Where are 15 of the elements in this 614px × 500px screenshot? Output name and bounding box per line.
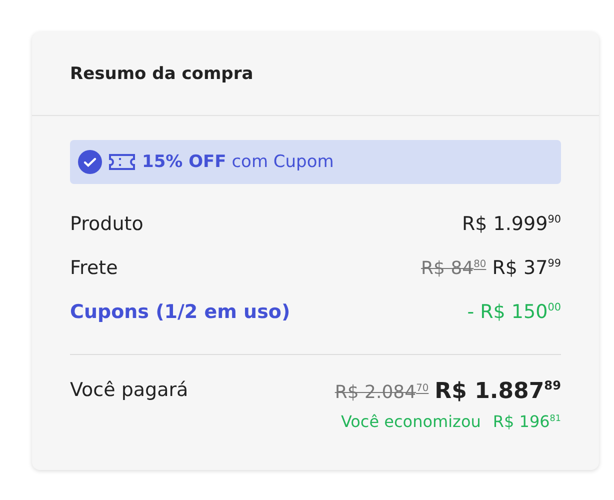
old-price: R$ 84$^{80}$ (421, 258, 486, 279)
total-price: R$ 1.887$^{89}$ (434, 379, 561, 404)
row-label: Produto (70, 213, 144, 235)
coupons-link[interactable]: Cupons (1/2 em uso) (70, 301, 290, 323)
price: R$ 1.999$^{90}$ (462, 213, 561, 235)
card-title: Resumo da compra (70, 64, 254, 84)
ticket-icon (108, 152, 136, 172)
price: - R$ 150$^{00}$ (467, 301, 561, 323)
price: R$ 37$^{99}$ (492, 257, 561, 279)
row-label: Frete (70, 257, 118, 279)
total-label: Você pagará (70, 379, 188, 401)
savings-label: Você economizou (340, 412, 481, 431)
coupon-text: 15% OFF com Cupom (142, 152, 334, 172)
savings-amount: R$ 196$^{81}$ (492, 412, 561, 431)
old-total: R$ 2.084$^{70}$ (334, 382, 429, 403)
